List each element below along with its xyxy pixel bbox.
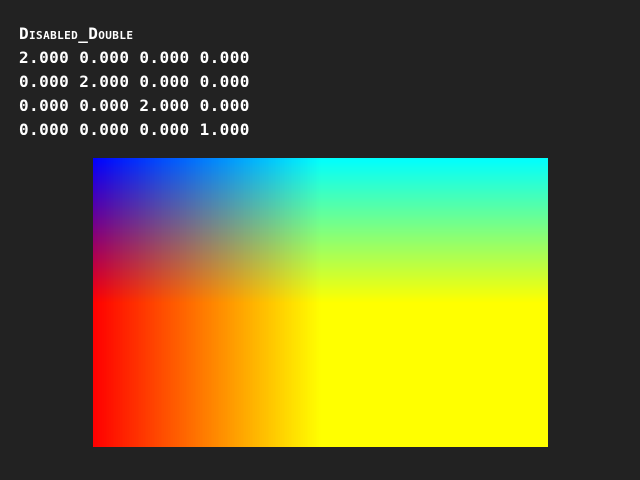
matrix-row-4: 0.000 0.000 0.000 1.000	[19, 120, 250, 139]
matrix-row-2: 0.000 2.000 0.000 0.000	[19, 72, 250, 91]
color-gradient-quad	[93, 158, 548, 447]
matrix-row-3: 0.000 0.000 2.000 0.000	[19, 96, 250, 115]
matrix-row-1: 2.000 0.000 0.000 0.000	[19, 48, 250, 67]
mode-title: Disabled_Double	[19, 24, 134, 43]
